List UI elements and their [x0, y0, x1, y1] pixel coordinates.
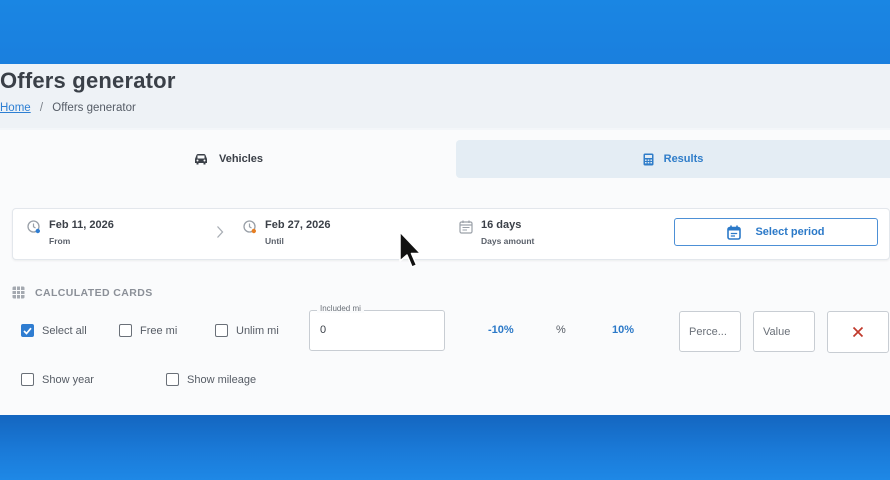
date-until-label: Until [265, 236, 284, 246]
calculator-icon [643, 153, 654, 165]
show-mileage-checkbox[interactable]: Show mileage [166, 373, 256, 386]
date-until: Feb 27, 2026 Until [243, 219, 330, 246]
clear-button[interactable] [827, 311, 889, 353]
unlim-mi-label: Unlim mi [236, 324, 279, 337]
breadcrumb-separator: / [39, 102, 44, 114]
select-period-button[interactable]: Select period [674, 218, 878, 246]
select-period-label: Select period [755, 226, 825, 238]
select-all-checkbox[interactable]: Select all [21, 324, 87, 337]
close-icon [852, 326, 864, 338]
page-title: Offers generator [0, 68, 176, 93]
background-top [0, 0, 890, 64]
page-header: Offers generator Home / Offers generator [0, 64, 890, 128]
generator-card: Vehicles Results Feb 11, 2026 From Feb 2… [0, 130, 890, 415]
included-mi-label: Included mi [317, 304, 364, 313]
show-mileage-label: Show mileage [187, 373, 257, 386]
unlim-mi-checkbox[interactable]: Unlim mi [215, 324, 279, 337]
date-until-value: Feb 27, 2026 [265, 219, 331, 231]
included-mi-field[interactable]: Included mi [309, 304, 445, 351]
offers-generator-page: Offers generator Home / Offers generator… [0, 64, 890, 415]
checkbox-unchecked[interactable] [215, 324, 228, 337]
show-year-label: Show year [42, 373, 94, 386]
value-input[interactable]: Value [753, 311, 815, 352]
check-icon [23, 327, 32, 335]
breadcrumb-home-link[interactable]: Home [0, 102, 31, 114]
days-amount: 16 days Days amount [459, 219, 534, 246]
tab-vehicles-label: Vehicles [218, 153, 264, 165]
checkbox-checked[interactable] [21, 324, 34, 337]
included-mi-input[interactable] [320, 324, 430, 336]
calendar-icon [727, 225, 742, 240]
calculated-cards-title: CALCULATED CARDS [12, 286, 153, 299]
date-from: Feb 11, 2026 From [27, 219, 114, 246]
tab-results-label: Results [663, 153, 704, 165]
period-summary: Feb 11, 2026 From Feb 27, 2026 Until 16 … [12, 208, 890, 260]
show-year-checkbox[interactable]: Show year [21, 373, 94, 386]
tab-results[interactable]: Results [456, 140, 890, 178]
free-mi-checkbox[interactable]: Free mi [119, 324, 177, 337]
car-icon [194, 154, 207, 165]
background-bottom [0, 415, 890, 480]
grid-icon [12, 286, 25, 299]
breadcrumb: Home / Offers generator [0, 102, 136, 114]
checkbox-unchecked[interactable] [21, 373, 34, 386]
value-input-placeholder: Value [763, 325, 791, 338]
percent-sign: % [556, 324, 566, 336]
tab-vehicles[interactable]: Vehicles [0, 140, 456, 178]
date-from-value: Feb 11, 2026 [49, 219, 114, 231]
plus-ten-percent-button[interactable]: 10% [612, 324, 634, 336]
days-amount-value: 16 days [481, 219, 522, 231]
clock-end-icon [243, 220, 256, 234]
chevron-right-icon [217, 226, 224, 238]
minus-ten-percent-button[interactable]: -10% [488, 324, 514, 336]
free-mi-label: Free mi [140, 324, 178, 337]
days-amount-label: Days amount [481, 236, 535, 246]
calendar-icon [459, 220, 473, 234]
select-all-label: Select all [42, 324, 87, 337]
percent-input[interactable]: Perce... [679, 311, 741, 352]
date-from-label: From [49, 236, 71, 246]
checkbox-unchecked[interactable] [166, 373, 179, 386]
tab-bar: Vehicles Results [0, 140, 890, 178]
mouse-pointer-icon [399, 231, 422, 268]
clock-start-icon [27, 220, 40, 234]
checkbox-unchecked[interactable] [119, 324, 132, 337]
breadcrumb-current: Offers generator [52, 102, 136, 114]
percent-input-placeholder: Perce... [689, 325, 727, 338]
calculated-cards-label: CALCULATED CARDS [35, 286, 153, 299]
